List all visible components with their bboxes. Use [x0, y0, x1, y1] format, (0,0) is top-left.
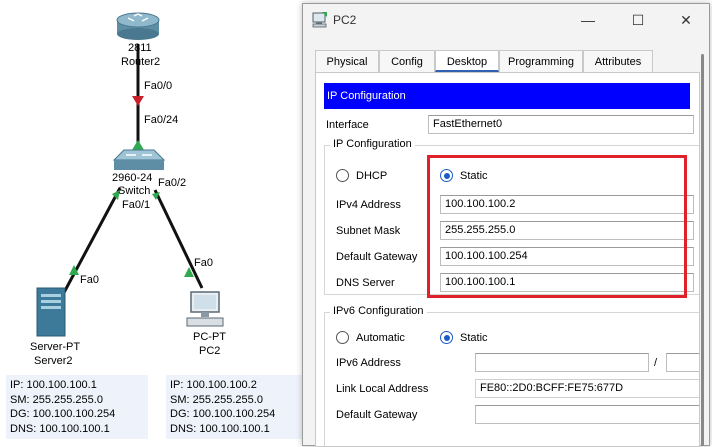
- pc-note-gateway: DG: 100.100.100.254: [170, 408, 276, 420]
- router-name-label: Router2: [121, 56, 161, 68]
- interface-label: Interface: [326, 119, 369, 131]
- link-local-address-value: FE80::2D0:BCFF:FE75:677D: [475, 379, 699, 398]
- switch-port-right-label: Fa0/2: [158, 177, 187, 189]
- server-icon[interactable]: [36, 287, 66, 337]
- router-icon[interactable]: [116, 12, 160, 40]
- pc-note-ip: IP: 100.100.100.2: [170, 379, 257, 391]
- link-up-indicator-icon: [132, 140, 144, 150]
- interface-select[interactable]: FastEthernet0: [428, 115, 694, 134]
- tab-programming[interactable]: Programming: [499, 50, 583, 72]
- router-port-label: Fa0/0: [144, 80, 173, 92]
- subnet-mask-label: Subnet Mask: [336, 225, 401, 237]
- dns-server-label: DNS Server: [336, 277, 395, 289]
- server-note-ip: IP: 100.100.100.1: [10, 379, 97, 391]
- dhcp-radio[interactable]: [336, 169, 349, 182]
- dhcp-label: DHCP: [356, 170, 388, 182]
- maximize-button[interactable]: ☐: [623, 8, 653, 32]
- automatic-radio[interactable]: [336, 331, 349, 344]
- ipv6-gateway-label: Default Gateway: [336, 409, 418, 421]
- vertical-scrollbar[interactable]: [701, 54, 704, 446]
- ipv6-address-input[interactable]: [475, 353, 649, 372]
- pc-type-label: PC-PT: [193, 331, 226, 343]
- highlight-box: [427, 155, 687, 298]
- server-note-dns: DNS: 100.100.100.1: [10, 422, 110, 435]
- ipv6-gateway-input[interactable]: [475, 405, 699, 424]
- link-down-indicator-icon: [132, 96, 144, 106]
- server-port-label: Fa0: [80, 274, 99, 286]
- switch-uplink-port-label: Fa0/24: [144, 114, 179, 126]
- ipv6-group-title: IPv6 Configuration: [330, 305, 427, 317]
- pc-name-label: PC2: [199, 345, 221, 357]
- close-button[interactable]: ✕: [671, 8, 701, 32]
- tab-physical[interactable]: Physical: [315, 50, 379, 72]
- server-type-label: Server-PT: [30, 341, 81, 353]
- server-note-gateway: DG: 100.100.100.254: [10, 408, 116, 420]
- switch-model-label: 2960-24: [112, 172, 153, 184]
- pc-icon[interactable]: [186, 291, 224, 327]
- automatic-label: Automatic: [356, 332, 405, 344]
- tab-config[interactable]: Config: [379, 50, 435, 72]
- pc-note-dns: DNS: 100.100.100.1: [170, 422, 270, 435]
- server-name-label: Server2: [34, 355, 73, 367]
- default-gateway-label: Default Gateway: [336, 251, 418, 263]
- router-model-label: 2811: [128, 42, 152, 54]
- ipv4-address-label: IPv4 Address: [336, 199, 401, 211]
- ipv6-address-label: IPv6 Address: [336, 357, 401, 369]
- tab-desktop[interactable]: Desktop: [435, 50, 499, 72]
- switch-pc-link[interactable]: [153, 189, 204, 289]
- ipv4-group-title: IP Configuration: [330, 138, 415, 150]
- ipv6-prefix-input[interactable]: [666, 353, 699, 372]
- ipv6-prefix-separator: /: [654, 357, 658, 369]
- tab-attributes[interactable]: Attributes: [583, 50, 653, 72]
- window-title: PC2: [333, 13, 357, 27]
- switch-icon[interactable]: [112, 149, 166, 170]
- link-local-address-label: Link Local Address: [336, 383, 429, 395]
- pc-note: IP: 100.100.100.2 SM: 255.255.255.0 DG: …: [166, 375, 308, 439]
- server-note-mask: SM: 255.255.255.0: [10, 393, 103, 406]
- pc-note-mask: SM: 255.255.255.0: [170, 393, 263, 406]
- ip-config-header: IP Configuration: [324, 83, 690, 109]
- minimize-button[interactable]: —: [573, 8, 603, 32]
- pc-app-icon: [312, 12, 327, 28]
- static-ipv6-radio[interactable]: [440, 331, 453, 344]
- switch-port-left-label: Fa0/1: [122, 199, 151, 211]
- static-ipv6-label: Static: [460, 332, 488, 344]
- switch-name-label: Switch: [118, 185, 151, 197]
- server-note: IP: 100.100.100.1 SM: 255.255.255.0 DG: …: [6, 375, 148, 439]
- window-titlebar[interactable]: PC2 — ☐ ✕: [303, 4, 709, 36]
- pc-port-label: Fa0: [194, 257, 213, 269]
